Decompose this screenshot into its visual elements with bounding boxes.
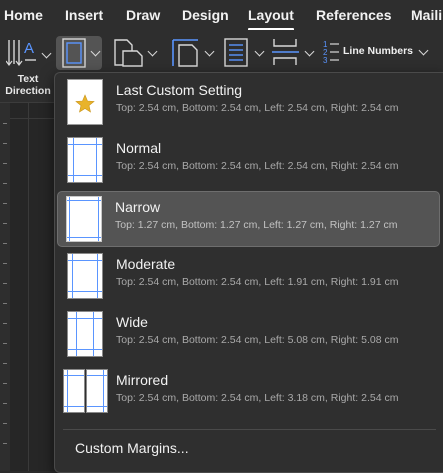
breaks-icon	[272, 39, 299, 65]
custom-margins-button[interactable]: Custom Margins...	[75, 440, 189, 456]
orientation-button[interactable]	[112, 36, 158, 72]
star-page-icon	[67, 79, 103, 125]
chevron-down-icon	[90, 46, 101, 57]
margin-guide	[28, 103, 29, 471]
text-direction-button[interactable]: A Text Direction	[5, 36, 54, 100]
menu-item-detail: Top: 2.54 cm, Bottom: 2.54 cm, Left: 1.9…	[116, 276, 399, 288]
tab-mailings[interactable]: Maili	[411, 7, 442, 23]
line-numbers-label: Line Numbers	[343, 45, 414, 57]
menu-item-title: Last Custom Setting	[116, 82, 243, 98]
svg-text:3: 3	[323, 56, 328, 65]
menu-item-wide[interactable]: Wide Top: 2.54 cm, Bottom: 2.54 cm, Left…	[59, 307, 438, 361]
menu-item-last-custom-setting[interactable]: Last Custom Setting Top: 2.54 cm, Bottom…	[59, 75, 438, 129]
line-numbers-button[interactable]: 1 2 3 Line Numbers	[322, 36, 432, 72]
tab-insert[interactable]: Insert	[65, 7, 103, 23]
menu-item-detail: Top: 1.27 cm, Bottom: 1.27 cm, Left: 1.2…	[115, 219, 398, 231]
chevron-down-icon	[254, 46, 265, 57]
margins-button[interactable]	[56, 36, 102, 70]
menu-item-moderate[interactable]: Moderate Top: 2.54 cm, Bottom: 2.54 cm, …	[59, 249, 438, 303]
narrow-margins-icon	[66, 196, 102, 242]
menu-item-narrow[interactable]: Narrow Top: 1.27 cm, Bottom: 1.27 cm, Le…	[57, 191, 440, 247]
tab-draw[interactable]: Draw	[126, 7, 160, 23]
tab-layout[interactable]: Layout	[248, 7, 294, 31]
menu-item-detail: Top: 2.54 cm, Bottom: 2.54 cm, Left: 3.1…	[116, 392, 399, 404]
margin-guide	[10, 118, 58, 119]
tab-references[interactable]: References	[316, 7, 392, 23]
normal-margins-icon	[67, 137, 103, 183]
svg-text:A: A	[24, 40, 34, 57]
chevron-down-icon	[418, 45, 429, 56]
menu-divider	[63, 429, 436, 430]
tab-design[interactable]: Design	[182, 7, 229, 23]
menu-item-title: Normal	[116, 140, 162, 156]
menu-item-title: Mirrored	[116, 372, 169, 388]
menu-item-detail: Top: 2.54 cm, Bottom: 2.54 cm, Left: 2.5…	[116, 160, 399, 172]
chevron-down-icon	[304, 46, 315, 57]
page-size-icon	[172, 39, 198, 67]
ribbon-tab-bar: Home Insert Draw Design Layout Reference…	[0, 0, 443, 31]
columns-icon	[224, 38, 248, 67]
text-direction-icon: A	[5, 40, 36, 66]
margins-icon	[62, 38, 86, 68]
chevron-down-icon	[204, 46, 215, 57]
menu-item-mirrored[interactable]: Mirrored Top: 2.54 cm, Bottom: 2.54 cm, …	[59, 365, 438, 419]
star-icon	[75, 94, 95, 113]
size-button[interactable]	[170, 36, 216, 72]
wide-margins-icon	[67, 311, 103, 357]
menu-item-title: Narrow	[115, 199, 161, 215]
tab-home[interactable]: Home	[4, 7, 43, 23]
margins-dropdown: Last Custom Setting Top: 2.54 cm, Bottom…	[54, 72, 443, 473]
moderate-margins-icon	[67, 253, 103, 299]
chevron-down-icon	[147, 46, 158, 57]
orientation-icon	[114, 39, 143, 67]
line-numbers-icon: 1 2 3	[323, 40, 339, 65]
menu-item-detail: Top: 2.54 cm, Bottom: 2.54 cm, Left: 5.0…	[116, 334, 399, 346]
breaks-button[interactable]	[270, 36, 316, 72]
menu-item-title: Wide	[116, 314, 148, 330]
columns-button[interactable]	[222, 36, 268, 72]
menu-item-title: Moderate	[116, 256, 176, 272]
mirrored-margins-icon	[61, 369, 109, 413]
menu-item-normal[interactable]: Normal Top: 2.54 cm, Bottom: 2.54 cm, Le…	[59, 133, 438, 187]
text-direction-label: Text Direction	[5, 73, 51, 97]
menu-item-detail: Top: 2.54 cm, Bottom: 2.54 cm, Left: 2.5…	[116, 102, 399, 114]
